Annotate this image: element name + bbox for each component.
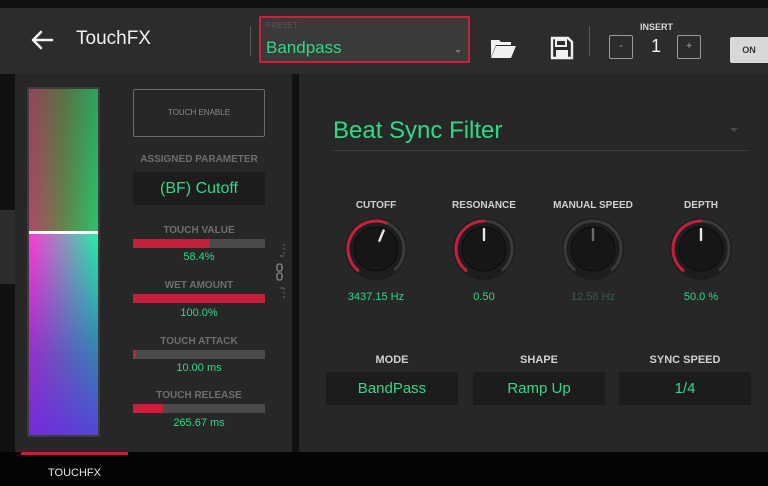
knob-label: RESONANCE	[452, 200, 516, 211]
insert-number: 1	[650, 36, 661, 56]
back-arrow-icon[interactable]	[28, 26, 56, 54]
sync-speed-selector[interactable]: 1/4	[619, 372, 751, 405]
knob-body	[353, 226, 399, 272]
depth-knob[interactable]	[668, 216, 734, 282]
touch-enable-button[interactable]: TOUCH ENABLE	[133, 89, 265, 137]
knob-value: 50.0 %	[683, 291, 719, 303]
shape-selector[interactable]: Ramp Up	[473, 372, 605, 405]
touch-param-label: TOUCH ATTACK	[160, 336, 238, 347]
assigned-parameter-label: ASSIGNED PARAMETER	[140, 154, 258, 165]
manual-speed-knob[interactable]	[560, 216, 626, 282]
preset-caption: PRESET	[266, 21, 299, 30]
knob-label: DEPTH	[684, 200, 718, 211]
knob-label: CUTOFF	[355, 200, 397, 211]
preset-value: Bandpass	[266, 38, 342, 57]
knob-value: 0.50	[473, 291, 495, 303]
touch-param-value: 10.00 ms	[176, 362, 222, 374]
touch-value-slider[interactable]	[133, 239, 265, 248]
touchfx-screen: TouchFX PRESET Bandpass INSERT - 1 + ON …	[0, 0, 768, 486]
cutoff-knob[interactable]	[343, 216, 409, 282]
slider-fill	[133, 404, 164, 413]
page-title: TouchFX	[76, 28, 151, 49]
selector-label: MODE	[375, 354, 409, 366]
slider-fill	[133, 239, 211, 248]
touch-param-value: 58.4%	[183, 251, 215, 263]
folder-open-icon[interactable]	[489, 36, 517, 60]
chevron-down-icon[interactable]	[730, 128, 738, 132]
save-icon[interactable]	[548, 36, 576, 60]
tab-touchfx[interactable]: TOUCHFX	[21, 467, 128, 479]
knob-value: 12.58 Hz	[570, 291, 616, 303]
insert-label: INSERT	[640, 22, 674, 32]
header-divider	[589, 26, 590, 56]
slider-fill	[133, 350, 136, 359]
wet-amount-slider[interactable]	[133, 294, 265, 303]
knob-label: MANUAL SPEED	[553, 200, 633, 211]
touch-param-value: 100.0%	[180, 307, 218, 319]
touch-param-label: TOUCH RELEASE	[156, 390, 242, 401]
side-notch	[0, 210, 15, 284]
slider-fill	[133, 294, 265, 303]
insert-increment-button[interactable]: +	[677, 35, 701, 59]
insert-decrement-button[interactable]: -	[609, 35, 633, 59]
assigned-parameter-selector[interactable]: (BF) Cutoff	[133, 172, 265, 205]
touch-strip-lower	[29, 230, 98, 435]
knob-value: 3437.15 Hz	[347, 291, 405, 303]
effect-name-selector[interactable]: Beat Sync Filter	[333, 117, 502, 145]
power-on-button[interactable]: ON	[730, 37, 768, 63]
active-tab-indicator	[21, 452, 128, 455]
touch-attack-slider[interactable]	[133, 350, 265, 359]
chevron-down-icon	[455, 50, 461, 53]
touch-param-label: TOUCH VALUE	[163, 225, 235, 236]
mode-selector[interactable]: BandPass	[326, 372, 458, 405]
link-icon[interactable]	[275, 242, 287, 302]
selector-label: SHAPE	[520, 354, 558, 366]
touch-param-label: WET AMOUNT	[164, 280, 234, 291]
touch-param-value: 265.67 ms	[173, 417, 225, 429]
resonance-knob[interactable]	[451, 216, 517, 282]
touch-strip-position-line	[29, 230, 98, 234]
touch-strip-upper	[29, 89, 98, 231]
effect-name-divider	[333, 150, 749, 151]
touch-strip[interactable]	[27, 87, 100, 437]
preset-selector[interactable]: PRESET Bandpass	[259, 16, 470, 63]
selector-label: SYNC SPEED	[649, 354, 721, 366]
touch-release-slider[interactable]	[133, 404, 265, 413]
header-bar: TouchFX PRESET Bandpass INSERT - 1 + ON	[0, 8, 768, 74]
header-divider	[250, 26, 251, 56]
